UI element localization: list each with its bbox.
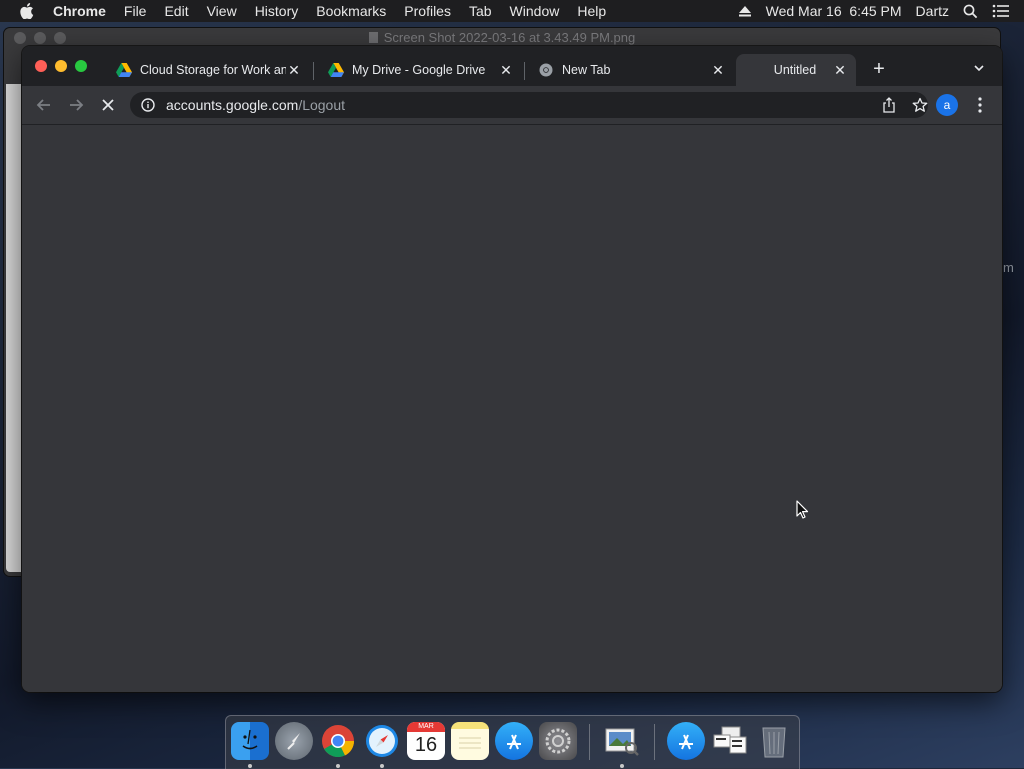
dock: MAR 16 — [225, 715, 800, 769]
menu-help[interactable]: Help — [577, 3, 606, 19]
tab-new-tab[interactable]: New Tab ✕ — [528, 54, 734, 86]
tab-separator — [524, 62, 525, 80]
menu-file[interactable]: File — [124, 3, 147, 19]
menu-window[interactable]: Window — [510, 3, 560, 19]
minimize-window-button[interactable] — [55, 60, 67, 72]
url-text: accounts.google.com/Logout — [166, 97, 345, 113]
new-tab-button[interactable]: + — [870, 59, 888, 79]
tab-title: My Drive - Google Drive — [352, 63, 486, 77]
url-host: accounts.google.com — [166, 97, 299, 113]
menu-profiles[interactable]: Profiles — [404, 3, 451, 19]
menu-clock[interactable]: Wed Mar 16 6:45 PM — [766, 3, 902, 19]
control-center-icon[interactable] — [992, 4, 1010, 18]
preview-icon[interactable] — [603, 722, 641, 760]
back-arrow-icon[interactable] — [34, 95, 54, 115]
tab-search-chevron-icon[interactable] — [972, 61, 988, 77]
running-indicator — [248, 764, 252, 768]
menu-edit[interactable]: Edit — [164, 3, 188, 19]
apple-menu-icon[interactable] — [20, 3, 36, 19]
close-tab-icon[interactable]: ✕ — [832, 62, 848, 78]
chrome-icon — [538, 62, 554, 78]
menu-tab[interactable]: Tab — [469, 3, 492, 19]
chrome-app-icon[interactable] — [319, 722, 357, 760]
spotlight-search-icon[interactable] — [963, 4, 978, 19]
share-icon[interactable] — [882, 97, 898, 113]
menu-view[interactable]: View — [207, 3, 237, 19]
page-content-blank — [22, 125, 1002, 692]
close-window-button[interactable] — [35, 60, 47, 72]
calendar-day: 16 — [414, 734, 438, 756]
more-options-icon[interactable] — [974, 95, 986, 115]
menu-bookmarks[interactable]: Bookmarks — [316, 3, 386, 19]
document-icon — [368, 32, 378, 43]
notes-icon[interactable] — [451, 722, 489, 760]
dock-separator — [589, 724, 590, 760]
background-window-title: Screen Shot 2022-03-16 at 3.43.49 PM.png — [4, 30, 1000, 45]
stop-loading-icon[interactable] — [98, 95, 118, 115]
address-bar[interactable]: accounts.google.com/Logout — [130, 92, 928, 118]
app-store-icon[interactable] — [495, 722, 533, 760]
google-drive-icon — [328, 62, 344, 78]
menu-user[interactable]: Dartz — [916, 3, 949, 19]
calendar-month: MAR — [407, 722, 445, 732]
menu-bar: Chrome File Edit View History Bookmarks … — [0, 0, 1024, 22]
chrome-window: Cloud Storage for Work and ✕ My Drive - … — [22, 46, 1002, 692]
safari-icon[interactable] — [363, 722, 401, 760]
background-window-edge-text: m — [1003, 260, 1014, 275]
tab-cloud-storage[interactable]: Cloud Storage for Work and ✕ — [106, 54, 310, 86]
running-indicator — [620, 764, 624, 768]
tab-title: Untitled — [773, 63, 817, 77]
browser-toolbar: accounts.google.com/Logout a — [22, 86, 1002, 125]
calendar-icon[interactable]: MAR 16 — [407, 722, 445, 760]
menu-app-name[interactable]: Chrome — [53, 3, 106, 19]
tab-title: New Tab — [562, 63, 611, 77]
mouse-pointer-icon — [796, 500, 810, 520]
launchpad-icon[interactable] — [275, 722, 313, 760]
zoom-window-button[interactable] — [75, 60, 87, 72]
running-indicator — [336, 764, 340, 768]
profile-avatar[interactable]: a — [936, 94, 958, 116]
site-info-icon[interactable] — [140, 97, 156, 113]
tab-separator — [313, 62, 314, 80]
trash-icon[interactable] — [755, 722, 793, 760]
tab-untitled[interactable]: Untitled ✕ — [736, 54, 856, 86]
close-tab-icon[interactable]: ✕ — [498, 62, 514, 78]
running-indicator — [380, 764, 384, 768]
window-controls — [35, 60, 87, 72]
dock-separator — [654, 724, 655, 760]
documents-stack-icon[interactable] — [711, 722, 749, 760]
close-tab-icon[interactable]: ✕ — [710, 62, 726, 78]
url-path: /Logout — [298, 97, 346, 113]
app-store-downloads-icon[interactable] — [667, 722, 705, 760]
tab-my-drive[interactable]: My Drive - Google Drive ✕ — [318, 54, 522, 86]
tab-strip: Cloud Storage for Work and ✕ My Drive - … — [22, 46, 1002, 86]
close-tab-icon[interactable]: ✕ — [286, 62, 302, 78]
system-preferences-icon[interactable] — [539, 722, 577, 760]
eject-icon[interactable] — [738, 5, 752, 17]
forward-arrow-icon[interactable] — [66, 95, 86, 115]
bookmark-star-icon[interactable] — [912, 97, 928, 113]
tab-title: Cloud Storage for Work and — [140, 63, 286, 77]
finder-icon[interactable] — [231, 722, 269, 760]
google-drive-icon — [116, 62, 132, 78]
menu-history[interactable]: History — [255, 3, 299, 19]
